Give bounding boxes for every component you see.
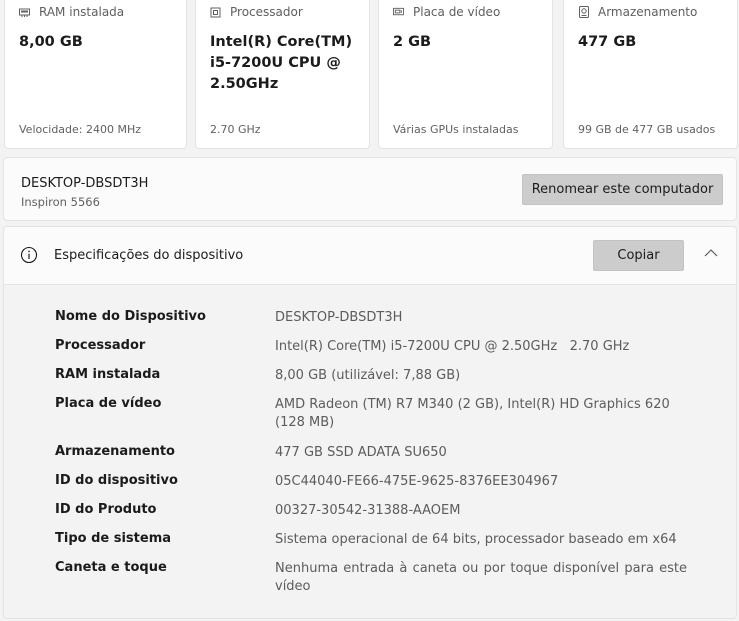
card-label: RAM instalada	[39, 5, 125, 19]
spec-value: DESKTOP-DBSDT3H	[275, 310, 403, 325]
card-subtext: Velocidade: 2400 MHz	[19, 123, 142, 136]
spec-key: ID do dispositivo	[55, 473, 178, 488]
card-processor: Processador Intel(R) Core(TM) i5-7200U C…	[195, 0, 370, 149]
computer-model: Inspiron 5566	[21, 195, 100, 209]
gpu-icon	[393, 7, 404, 18]
spec-key: Tipo de sistema	[55, 531, 172, 546]
spec-key: Placa de vídeo	[55, 396, 162, 411]
spec-value: 05C44040-FE66-475E-9625-8376EE304967	[275, 474, 559, 489]
spec-value: Nenhuma entrada à caneta ou por toque di…	[275, 561, 687, 594]
ram-icon	[19, 7, 30, 18]
spec-key: Nome do Dispositivo	[55, 309, 206, 324]
card-gpu: Placa de vídeo 2 GB Várias GPUs instalad…	[378, 0, 553, 149]
spec-key: ID do Produto	[55, 502, 157, 517]
card-label: Armazenamento	[598, 5, 698, 19]
spec-key: Caneta e toque	[55, 560, 167, 575]
spec-value: Intel(R) Core(TM) i5-7200U CPU @ 2.50GHz…	[275, 339, 630, 354]
spec-value: 477 GB SSD ADATA SU650	[275, 445, 447, 460]
card-subtext: 2.70 GHz	[210, 123, 261, 136]
card-subtext: 99 GB de 477 GB usados	[578, 123, 716, 136]
rename-computer-button[interactable]: Renomear este computador	[522, 174, 723, 205]
copy-button[interactable]: Copiar	[593, 240, 684, 271]
card-value: 2 GB	[393, 34, 432, 50]
specs-header[interactable]: Especificações do dispositivo Copiar	[4, 227, 736, 285]
card-value: 8,00 GB	[19, 34, 83, 50]
processor-icon	[210, 7, 221, 18]
card-storage: Armazenamento 477 GB 99 GB de 477 GB usa…	[563, 0, 738, 149]
computer-name-section: DESKTOP-DBSDT3H Inspiron 5566 Renomear e…	[3, 157, 737, 221]
card-label: Processador	[230, 5, 303, 19]
spec-value: 00327-30542-31388-AAOEM	[275, 503, 461, 518]
spec-key: Processador	[55, 338, 146, 353]
chevron-up-icon[interactable]	[703, 247, 719, 259]
spec-value: 8,00 GB (utilizável: 7,88 GB)	[275, 368, 461, 383]
specs-title: Especificações do dispositivo	[54, 248, 244, 263]
card-subtext: Várias GPUs instaladas	[393, 123, 519, 136]
spec-value: Sistema operacional de 64 bits, processa…	[275, 532, 677, 547]
spec-key: RAM instalada	[55, 367, 161, 382]
spec-value: AMD Radeon (TM) R7 M340 (2 GB), Intel(R)…	[275, 397, 670, 430]
card-label: Placa de vídeo	[413, 5, 501, 19]
spec-key: Armazenamento	[55, 444, 175, 459]
card-ram: RAM instalada 8,00 GB Velocidade: 2400 M…	[4, 0, 187, 149]
summary-cards: RAM instalada 8,00 GB Velocidade: 2400 M…	[0, 0, 739, 150]
computer-name: DESKTOP-DBSDT3H	[21, 176, 149, 191]
device-specifications-panel: Especificações do dispositivo Copiar Nom…	[3, 226, 737, 619]
card-value: 477 GB	[578, 34, 637, 50]
storage-icon	[578, 6, 589, 18]
card-value: Intel(R) Core(TM) i5-7200U CPU @ 2.50GHz	[210, 34, 353, 92]
info-icon	[20, 246, 38, 264]
